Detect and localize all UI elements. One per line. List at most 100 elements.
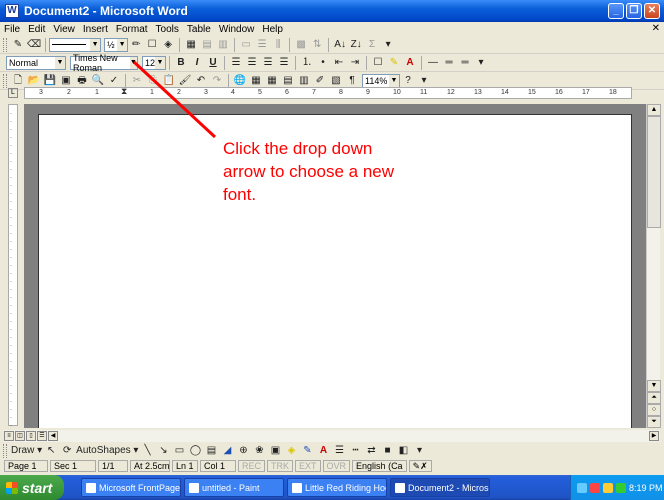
style-combo[interactable]: Normal ▼ xyxy=(6,55,66,70)
change-text-direction-icon[interactable]: ⇅ xyxy=(310,38,324,52)
tab-selector-button[interactable]: L xyxy=(8,88,18,98)
picture-icon[interactable]: ▣ xyxy=(268,444,282,458)
decrease-indent-icon[interactable]: ⇤ xyxy=(332,56,346,70)
cut-icon[interactable]: ✂ xyxy=(130,74,144,88)
dash-style-icon[interactable]: ┅ xyxy=(348,444,362,458)
print-layout-icon[interactable]: ▯ xyxy=(26,431,36,441)
table-autoformat-icon[interactable]: ▩ xyxy=(294,38,308,52)
font-dropdown-arrow[interactable]: ▼ xyxy=(129,56,137,69)
line-style-icon[interactable]: ☰ xyxy=(332,444,346,458)
task-frontpage[interactable]: Microsoft FrontPage -... xyxy=(81,478,181,497)
toolbar-grip[interactable] xyxy=(3,73,7,88)
indent-marker-icon[interactable]: ⧗ xyxy=(121,86,127,97)
scroll-down-icon[interactable]: ▼ xyxy=(647,380,661,392)
line-weight-combo[interactable]: ½ ▼ xyxy=(104,37,129,52)
toolbar-options-icon[interactable]: ▾ xyxy=(412,444,426,458)
outside-border-icon[interactable]: ☐ xyxy=(371,56,385,70)
align-left-icon[interactable]: ☰ xyxy=(229,56,243,70)
show-hide-pilcrow-icon[interactable]: ¶ xyxy=(345,74,359,88)
menu-format[interactable]: Format xyxy=(112,24,152,35)
chevron-down-icon[interactable]: ▼ xyxy=(389,74,399,87)
help-icon[interactable]: ? xyxy=(401,74,415,88)
increase-indent-icon[interactable]: ⇥ xyxy=(348,56,362,70)
double-line-icon[interactable]: ═ xyxy=(442,56,456,70)
autosum-icon[interactable]: Σ xyxy=(365,38,379,52)
3d-style-icon[interactable]: ◧ xyxy=(396,444,410,458)
status-ext[interactable]: EXT xyxy=(295,460,321,472)
menu-file[interactable]: File xyxy=(0,24,24,35)
new-document-icon[interactable]: 🗋 xyxy=(11,74,25,88)
justify-icon[interactable]: ☰ xyxy=(277,56,291,70)
toolbar-options-icon[interactable]: ▾ xyxy=(417,74,431,88)
format-painter-icon[interactable]: 🖌 xyxy=(178,74,192,88)
normal-view-icon[interactable]: ≡ xyxy=(4,431,14,441)
line-icon[interactable]: — xyxy=(426,56,440,70)
shading-color-icon[interactable]: ◈ xyxy=(161,38,175,52)
scroll-up-icon[interactable]: ▲ xyxy=(647,104,661,116)
bullets-icon[interactable]: • xyxy=(316,56,330,70)
line-style-combo[interactable]: ▼ xyxy=(49,37,102,52)
fill-color-icon[interactable]: ◈ xyxy=(284,444,298,458)
select-browse-object-icon[interactable]: ○ xyxy=(647,404,661,416)
align-top-icon[interactable]: ▭ xyxy=(239,38,253,52)
bold-button[interactable]: B xyxy=(174,56,188,70)
split-cells-icon[interactable]: ▥ xyxy=(216,38,230,52)
line-tool-icon[interactable]: ╲ xyxy=(140,444,154,458)
toolbar-grip[interactable] xyxy=(3,444,7,458)
shadow-style-icon[interactable]: ■ xyxy=(380,444,394,458)
toolbar-options-icon[interactable]: ▾ xyxy=(381,38,395,52)
paste-icon[interactable]: 📋 xyxy=(162,74,176,88)
status-rec[interactable]: REC xyxy=(238,460,266,472)
sort-descending-icon[interactable]: Z↓ xyxy=(349,38,363,52)
horizontal-scrollbar[interactable]: ≡ ◫ ▯ ☰ ◀ ▶ xyxy=(4,430,660,442)
align-center-icon[interactable]: ☰ xyxy=(245,56,259,70)
menu-help[interactable]: Help xyxy=(258,24,287,35)
chevron-down-icon[interactable]: ▼ xyxy=(117,38,128,51)
align-right-icon[interactable]: ☰ xyxy=(261,56,275,70)
line-color-icon[interactable]: ✎ xyxy=(300,444,314,458)
print-icon[interactable]: 🖶 xyxy=(75,74,89,88)
task-document2[interactable]: Document2 - Microsof... xyxy=(390,478,490,497)
clock[interactable]: 8:19 PM xyxy=(629,483,663,493)
oval-tool-icon[interactable]: ◯ xyxy=(188,444,202,458)
hyperlink-icon[interactable]: 🌐 xyxy=(233,74,247,88)
menu-table[interactable]: Table xyxy=(183,24,215,35)
free-rotate-icon[interactable]: ⟳ xyxy=(60,444,74,458)
diagram-icon[interactable]: ⊕ xyxy=(236,444,250,458)
close-document-icon[interactable]: ✕ xyxy=(652,23,660,34)
status-ovr[interactable]: OVR xyxy=(322,460,351,472)
horizontal-ruler[interactable]: 3 2 1 1 2 3 4 5 6 7 8 9 10 11 12 13 14 1… xyxy=(24,86,632,99)
font-color-icon[interactable]: A xyxy=(403,56,417,70)
save-icon[interactable]: 💾 xyxy=(43,74,57,88)
chevron-down-icon[interactable]: ▼ xyxy=(90,38,101,51)
insert-table-icon[interactable]: ▦ xyxy=(265,74,279,88)
undo-icon[interactable]: ↶ xyxy=(194,74,208,88)
eraser-icon[interactable]: ⌫ xyxy=(27,38,41,52)
vertical-scrollbar[interactable]: ▲ ▼ ⏶ ○ ⏷ xyxy=(646,104,661,428)
drawing-icon[interactable]: ✐ xyxy=(313,74,327,88)
select-objects-icon[interactable]: ↖ xyxy=(44,444,58,458)
task-little-red[interactable]: Little Red Riding Hoo... xyxy=(287,478,387,497)
numbering-icon[interactable]: ⒈ xyxy=(300,56,314,70)
insert-excel-icon[interactable]: ▤ xyxy=(281,74,295,88)
status-language[interactable]: English (Ca xyxy=(352,460,407,472)
vertical-ruler[interactable]: · · · · · · · · · · · · · · · · · · · · · · · · · · · · · · · · · · · · · · · · xyxy=(8,104,18,429)
security-icon[interactable] xyxy=(590,482,600,493)
wordart-icon[interactable]: ◢ xyxy=(220,444,234,458)
toolbar-options-icon[interactable]: ▾ xyxy=(474,56,488,70)
volume-icon[interactable] xyxy=(603,482,613,493)
web-layout-icon[interactable]: ◫ xyxy=(15,431,25,441)
restore-button[interactable]: ❐ xyxy=(626,3,642,19)
start-button[interactable]: start xyxy=(0,475,64,500)
print-preview-icon[interactable]: 🔍 xyxy=(91,74,105,88)
underline-button[interactable]: U xyxy=(206,56,220,70)
sort-ascending-icon[interactable]: A↓ xyxy=(333,38,347,52)
font-combo[interactable]: Times New Roman ▼ xyxy=(70,53,138,73)
permission-icon[interactable]: ▣ xyxy=(59,74,73,88)
rectangle-tool-icon[interactable]: ▭ xyxy=(172,444,186,458)
arrow-style-icon[interactable]: ⇄ xyxy=(364,444,378,458)
network-icon[interactable] xyxy=(577,482,587,493)
font-color-icon[interactable]: A xyxy=(316,444,330,458)
font-size-combo[interactable]: 12 ▼ xyxy=(142,55,166,70)
scroll-right-icon[interactable]: ▶ xyxy=(649,431,659,441)
